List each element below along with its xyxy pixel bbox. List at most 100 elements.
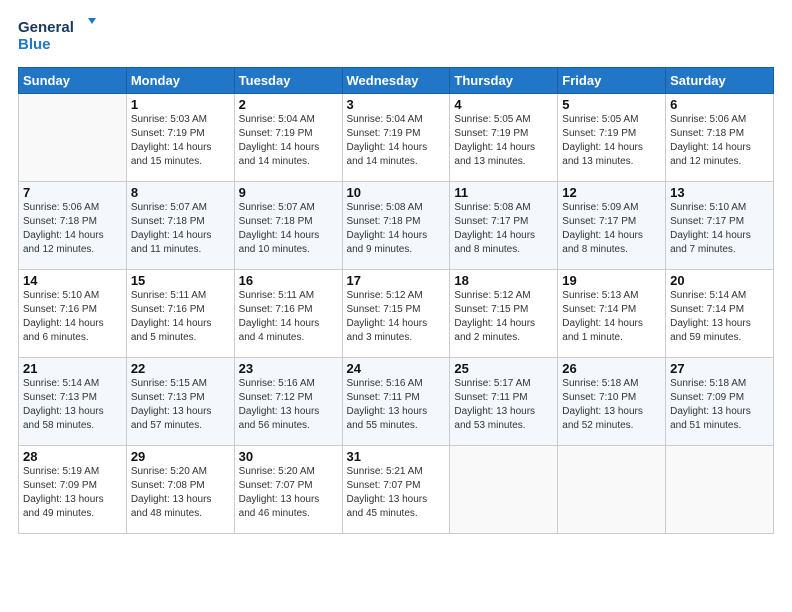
day-number: 16 [239,273,338,288]
calendar-cell: 26Sunrise: 5:18 AM Sunset: 7:10 PM Dayli… [558,357,666,445]
calendar-week-row: 21Sunrise: 5:14 AM Sunset: 7:13 PM Dayli… [19,357,774,445]
calendar-cell: 28Sunrise: 5:19 AM Sunset: 7:09 PM Dayli… [19,445,127,533]
day-info: Sunrise: 5:17 AM Sunset: 7:11 PM Dayligh… [454,377,553,433]
calendar-week-row: 7Sunrise: 5:06 AM Sunset: 7:18 PM Daylig… [19,181,774,269]
calendar-cell: 1Sunrise: 5:03 AM Sunset: 7:19 PM Daylig… [126,93,234,181]
day-info: Sunrise: 5:07 AM Sunset: 7:18 PM Dayligh… [239,201,338,257]
day-info: Sunrise: 5:08 AM Sunset: 7:18 PM Dayligh… [347,201,446,257]
header-row: General Blue [18,16,774,59]
calendar-week-row: 14Sunrise: 5:10 AM Sunset: 7:16 PM Dayli… [19,269,774,357]
day-number: 30 [239,449,338,464]
day-number: 7 [23,185,122,200]
calendar-week-row: 28Sunrise: 5:19 AM Sunset: 7:09 PM Dayli… [19,445,774,533]
calendar-cell: 20Sunrise: 5:14 AM Sunset: 7:14 PM Dayli… [666,269,774,357]
day-info: Sunrise: 5:06 AM Sunset: 7:18 PM Dayligh… [23,201,122,257]
day-info: Sunrise: 5:12 AM Sunset: 7:15 PM Dayligh… [347,289,446,345]
day-info: Sunrise: 5:15 AM Sunset: 7:13 PM Dayligh… [131,377,230,433]
day-number: 3 [347,97,446,112]
day-number: 8 [131,185,230,200]
calendar-cell: 19Sunrise: 5:13 AM Sunset: 7:14 PM Dayli… [558,269,666,357]
calendar-cell [558,445,666,533]
day-number: 14 [23,273,122,288]
calendar-cell: 4Sunrise: 5:05 AM Sunset: 7:19 PM Daylig… [450,93,558,181]
weekday-header-row: SundayMondayTuesdayWednesdayThursdayFrid… [19,67,774,93]
day-number: 12 [562,185,661,200]
day-info: Sunrise: 5:13 AM Sunset: 7:14 PM Dayligh… [562,289,661,345]
calendar-cell [450,445,558,533]
day-number: 4 [454,97,553,112]
calendar-cell: 23Sunrise: 5:16 AM Sunset: 7:12 PM Dayli… [234,357,342,445]
day-number: 25 [454,361,553,376]
calendar-cell [19,93,127,181]
logo-graphic: General Blue [18,16,108,59]
day-info: Sunrise: 5:14 AM Sunset: 7:14 PM Dayligh… [670,289,769,345]
day-number: 18 [454,273,553,288]
day-info: Sunrise: 5:16 AM Sunset: 7:11 PM Dayligh… [347,377,446,433]
day-info: Sunrise: 5:05 AM Sunset: 7:19 PM Dayligh… [562,113,661,169]
calendar-cell: 5Sunrise: 5:05 AM Sunset: 7:19 PM Daylig… [558,93,666,181]
day-number: 24 [347,361,446,376]
day-number: 22 [131,361,230,376]
day-number: 28 [23,449,122,464]
day-number: 6 [670,97,769,112]
day-info: Sunrise: 5:14 AM Sunset: 7:13 PM Dayligh… [23,377,122,433]
svg-text:Blue: Blue [18,36,51,53]
calendar-cell: 17Sunrise: 5:12 AM Sunset: 7:15 PM Dayli… [342,269,450,357]
day-number: 21 [23,361,122,376]
calendar-cell: 6Sunrise: 5:06 AM Sunset: 7:18 PM Daylig… [666,93,774,181]
calendar-cell: 3Sunrise: 5:04 AM Sunset: 7:19 PM Daylig… [342,93,450,181]
day-info: Sunrise: 5:20 AM Sunset: 7:08 PM Dayligh… [131,465,230,521]
day-number: 26 [562,361,661,376]
calendar-cell: 10Sunrise: 5:08 AM Sunset: 7:18 PM Dayli… [342,181,450,269]
calendar-cell: 31Sunrise: 5:21 AM Sunset: 7:07 PM Dayli… [342,445,450,533]
day-number: 23 [239,361,338,376]
calendar-cell: 24Sunrise: 5:16 AM Sunset: 7:11 PM Dayli… [342,357,450,445]
day-info: Sunrise: 5:19 AM Sunset: 7:09 PM Dayligh… [23,465,122,521]
logo-svg: General Blue [18,16,108,54]
calendar-cell: 2Sunrise: 5:04 AM Sunset: 7:19 PM Daylig… [234,93,342,181]
calendar-cell: 11Sunrise: 5:08 AM Sunset: 7:17 PM Dayli… [450,181,558,269]
calendar-cell: 29Sunrise: 5:20 AM Sunset: 7:08 PM Dayli… [126,445,234,533]
calendar-cell: 14Sunrise: 5:10 AM Sunset: 7:16 PM Dayli… [19,269,127,357]
day-info: Sunrise: 5:20 AM Sunset: 7:07 PM Dayligh… [239,465,338,521]
weekday-tuesday: Tuesday [234,67,342,93]
day-info: Sunrise: 5:10 AM Sunset: 7:16 PM Dayligh… [23,289,122,345]
day-info: Sunrise: 5:12 AM Sunset: 7:15 PM Dayligh… [454,289,553,345]
page-container: General Blue SundayMondayTuesdayWednesda… [0,0,792,544]
day-info: Sunrise: 5:04 AM Sunset: 7:19 PM Dayligh… [347,113,446,169]
day-info: Sunrise: 5:05 AM Sunset: 7:19 PM Dayligh… [454,113,553,169]
calendar-cell: 9Sunrise: 5:07 AM Sunset: 7:18 PM Daylig… [234,181,342,269]
day-info: Sunrise: 5:18 AM Sunset: 7:10 PM Dayligh… [562,377,661,433]
calendar-cell: 18Sunrise: 5:12 AM Sunset: 7:15 PM Dayli… [450,269,558,357]
day-number: 13 [670,185,769,200]
weekday-friday: Friday [558,67,666,93]
day-info: Sunrise: 5:16 AM Sunset: 7:12 PM Dayligh… [239,377,338,433]
day-number: 17 [347,273,446,288]
calendar-week-row: 1Sunrise: 5:03 AM Sunset: 7:19 PM Daylig… [19,93,774,181]
weekday-monday: Monday [126,67,234,93]
day-number: 27 [670,361,769,376]
calendar-table: SundayMondayTuesdayWednesdayThursdayFrid… [18,67,774,534]
day-number: 5 [562,97,661,112]
day-info: Sunrise: 5:09 AM Sunset: 7:17 PM Dayligh… [562,201,661,257]
day-info: Sunrise: 5:21 AM Sunset: 7:07 PM Dayligh… [347,465,446,521]
day-number: 20 [670,273,769,288]
calendar-cell: 8Sunrise: 5:07 AM Sunset: 7:18 PM Daylig… [126,181,234,269]
day-number: 19 [562,273,661,288]
day-number: 10 [347,185,446,200]
calendar-cell: 12Sunrise: 5:09 AM Sunset: 7:17 PM Dayli… [558,181,666,269]
day-number: 15 [131,273,230,288]
day-info: Sunrise: 5:08 AM Sunset: 7:17 PM Dayligh… [454,201,553,257]
day-number: 9 [239,185,338,200]
day-info: Sunrise: 5:06 AM Sunset: 7:18 PM Dayligh… [670,113,769,169]
calendar-cell: 21Sunrise: 5:14 AM Sunset: 7:13 PM Dayli… [19,357,127,445]
svg-text:General: General [18,19,74,36]
logo: General Blue [18,16,108,59]
calendar-cell: 15Sunrise: 5:11 AM Sunset: 7:16 PM Dayli… [126,269,234,357]
day-info: Sunrise: 5:10 AM Sunset: 7:17 PM Dayligh… [670,201,769,257]
weekday-sunday: Sunday [19,67,127,93]
calendar-cell: 16Sunrise: 5:11 AM Sunset: 7:16 PM Dayli… [234,269,342,357]
day-number: 2 [239,97,338,112]
calendar-cell: 30Sunrise: 5:20 AM Sunset: 7:07 PM Dayli… [234,445,342,533]
calendar-cell: 13Sunrise: 5:10 AM Sunset: 7:17 PM Dayli… [666,181,774,269]
